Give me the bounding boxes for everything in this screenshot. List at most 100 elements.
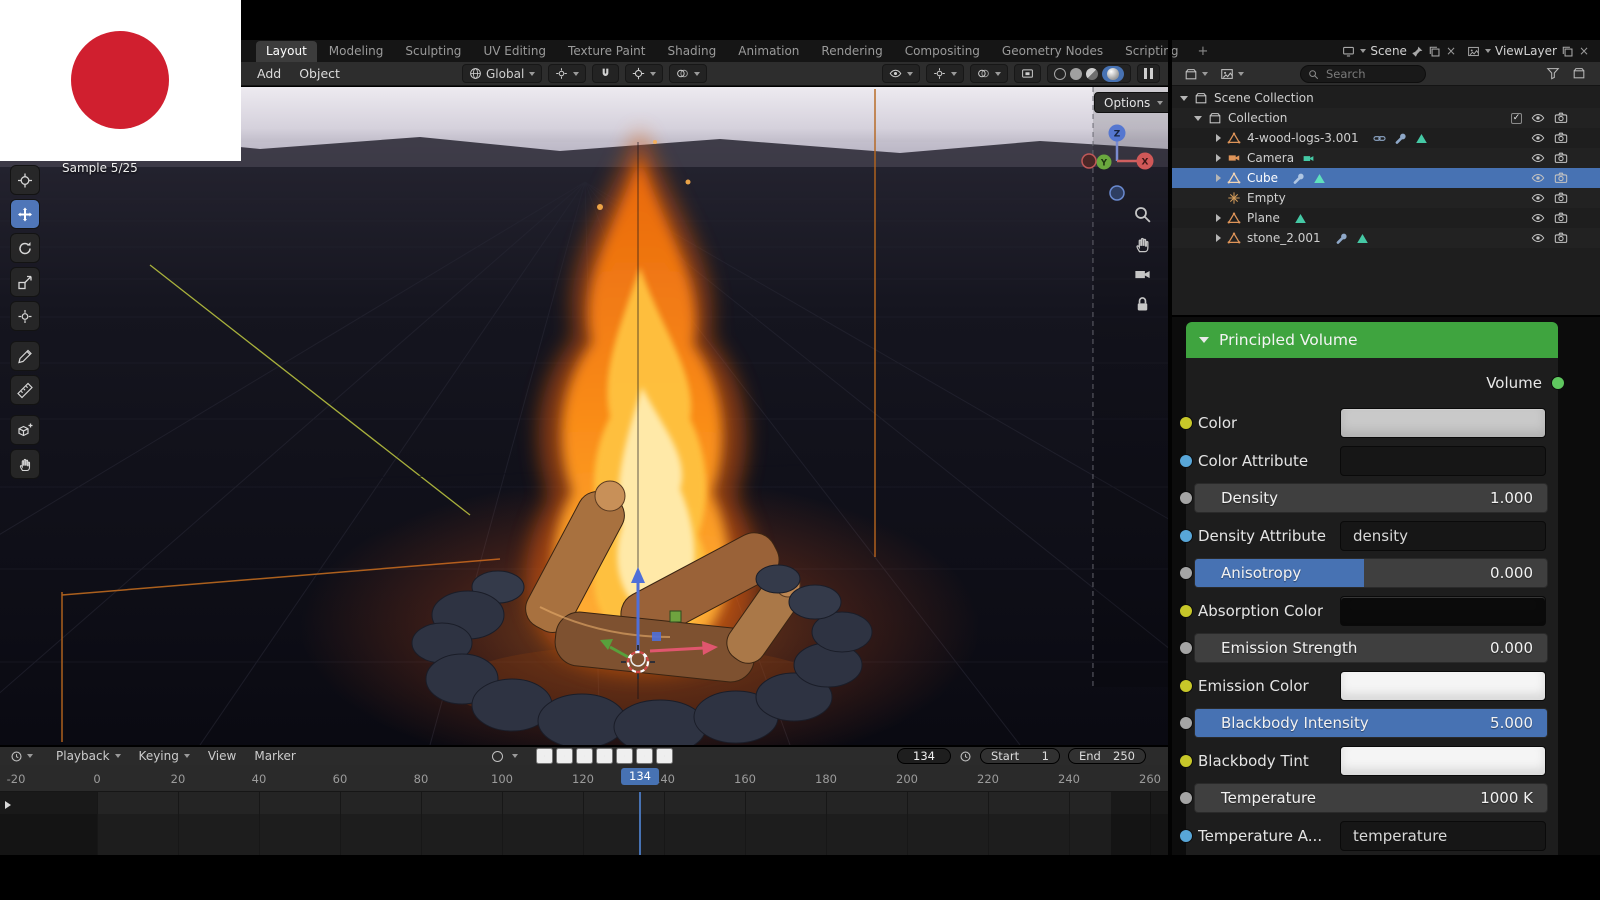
outliner-row-plane[interactable]: Plane (1172, 208, 1600, 228)
temperature-socket[interactable] (1179, 791, 1193, 805)
tool-scale[interactable] (10, 267, 40, 297)
outliner-row-collection[interactable]: Collection ✓ (1172, 108, 1600, 128)
current-frame-field[interactable]: 134 (897, 748, 951, 764)
disclosure-icon[interactable] (1216, 214, 1221, 222)
absorption-color-socket[interactable] (1179, 604, 1193, 618)
disclosure-icon[interactable] (1180, 96, 1188, 101)
blackbody-intensity-slider[interactable]: Blackbody Intensity 5.000 (1194, 708, 1548, 738)
close-icon[interactable]: × (1578, 44, 1590, 58)
volume-output-socket[interactable] (1551, 376, 1565, 390)
outliner-search[interactable] (1300, 65, 1426, 83)
eye-icon[interactable] (1531, 191, 1545, 205)
temperature-attribute-input[interactable]: temperature (1340, 821, 1546, 851)
filter-funnel-icon[interactable] (1546, 66, 1560, 80)
view-menu[interactable]: View (199, 749, 245, 763)
shading-solid-button[interactable] (1070, 68, 1082, 80)
options-dropdown[interactable]: Options (1094, 92, 1168, 113)
camera-view-icon[interactable] (1133, 265, 1152, 284)
blackbody-intensity-socket[interactable] (1179, 716, 1193, 730)
tool-add-cube[interactable] (10, 415, 40, 445)
tab-texture-paint[interactable]: Texture Paint (558, 41, 655, 62)
emission-strength-slider[interactable]: Emission Strength 0.000 (1194, 633, 1548, 663)
gizmo-negative-z[interactable] (1110, 186, 1124, 200)
show-gizmo-dropdown[interactable] (926, 64, 964, 83)
eye-icon[interactable] (1531, 231, 1545, 245)
play-button[interactable] (596, 748, 613, 764)
close-icon[interactable]: × (1445, 44, 1457, 58)
temperature-slider[interactable]: Temperature 1000 K (1194, 783, 1548, 813)
start-frame-field[interactable]: Start1 (980, 748, 1060, 764)
gizmo-y-axis[interactable]: Y (1100, 159, 1108, 169)
jump-to-start-button[interactable] (536, 748, 553, 764)
channel-expand-icon[interactable] (5, 801, 11, 809)
outliner-row-wood-logs[interactable]: 4-wood-logs-3.001 (1172, 128, 1600, 148)
density-attribute-input[interactable]: density (1340, 521, 1546, 551)
eye-icon[interactable] (1531, 171, 1545, 185)
proportional-editing-dropdown[interactable] (669, 64, 707, 83)
gizmo-z-axis[interactable]: Z (1114, 130, 1121, 140)
tab-geometry-nodes[interactable]: Geometry Nodes (992, 41, 1113, 62)
anisotropy-socket[interactable] (1179, 566, 1193, 580)
show-overlays-dropdown[interactable] (970, 64, 1008, 83)
render-camera-icon[interactable] (1554, 131, 1568, 145)
anisotropy-slider[interactable]: Anisotropy 0.000 (1194, 558, 1548, 588)
color-swatch[interactable] (1340, 408, 1546, 438)
display-mode-dropdown[interactable] (1220, 67, 1244, 81)
density-socket[interactable] (1179, 491, 1193, 505)
tab-layout[interactable]: Layout (256, 41, 317, 62)
tool-cursor[interactable] (10, 165, 40, 195)
tool-annotate[interactable] (10, 341, 40, 371)
tab-scripting[interactable]: Scripting (1115, 41, 1188, 62)
render-camera-icon[interactable] (1554, 211, 1568, 225)
outliner-row-cube[interactable]: Cube (1172, 168, 1600, 188)
eye-icon[interactable] (1531, 211, 1545, 225)
outliner-row-empty[interactable]: Empty (1172, 188, 1600, 208)
eye-icon[interactable] (1531, 151, 1545, 165)
tab-rendering[interactable]: Rendering (811, 41, 892, 62)
gizmo-x-axis[interactable]: X (1142, 158, 1149, 168)
tab-sculpting[interactable]: Sculpting (395, 41, 471, 62)
tab-animation[interactable]: Animation (728, 41, 809, 62)
pin-icon[interactable] (1411, 45, 1424, 58)
viewport-3d[interactable]: Sample 5/25 Options Z X Y (0, 87, 1168, 745)
jump-to-end-button[interactable] (656, 748, 673, 764)
add-menu[interactable]: Add (248, 66, 290, 81)
tab-uv-editing[interactable]: UV Editing (473, 41, 556, 62)
new-viewlayer-icon[interactable] (1561, 45, 1574, 58)
playhead-frame-badge[interactable]: 134 (621, 768, 659, 785)
outliner-row-scene-collection[interactable]: Scene Collection (1172, 88, 1600, 108)
disclosure-icon[interactable] (1216, 234, 1221, 242)
add-workspace-button[interactable]: + (1191, 44, 1216, 59)
render-camera-icon[interactable] (1554, 171, 1568, 185)
transform-orientation-dropdown[interactable]: Global (462, 64, 542, 83)
blackbody-tint-socket[interactable] (1179, 754, 1193, 768)
render-camera-icon[interactable] (1554, 151, 1568, 165)
xray-toggle-button[interactable] (1014, 64, 1041, 83)
emission-color-swatch[interactable] (1340, 671, 1546, 701)
disclosure-icon[interactable] (1194, 116, 1202, 121)
blackbody-tint-swatch[interactable] (1340, 746, 1546, 776)
object-visibility-dropdown[interactable] (882, 64, 920, 83)
timeline-tracks[interactable] (0, 792, 1168, 855)
new-scene-icon[interactable] (1428, 45, 1441, 58)
tool-measure[interactable] (10, 375, 40, 405)
viewlayer-selector[interactable]: ViewLayer × (1467, 44, 1590, 58)
object-menu[interactable]: Object (290, 66, 349, 81)
disclosure-icon[interactable] (1216, 174, 1221, 182)
new-collection-icon[interactable] (1572, 66, 1586, 80)
absorption-color-swatch[interactable] (1340, 596, 1546, 626)
viewport-scene[interactable] (0, 87, 1168, 745)
shading-wireframe-button[interactable] (1054, 68, 1066, 80)
preview-range-clock-icon[interactable] (959, 750, 972, 763)
render-camera-icon[interactable] (1554, 191, 1568, 205)
next-keyframe-button[interactable] (636, 748, 653, 764)
timeline-ruler[interactable]: -20 0 20 40 60 80 100 120 140 160 180 20… (0, 765, 1168, 792)
auto-keying-icon[interactable] (492, 751, 503, 762)
pivot-point-dropdown[interactable] (548, 64, 586, 83)
search-input[interactable] (1324, 66, 1408, 82)
marker-menu[interactable]: Marker (245, 749, 304, 763)
emission-color-socket[interactable] (1179, 679, 1193, 693)
eye-icon[interactable] (1531, 131, 1545, 145)
prev-keyframe-button[interactable] (556, 748, 573, 764)
temperature-attribute-socket[interactable] (1179, 829, 1193, 843)
